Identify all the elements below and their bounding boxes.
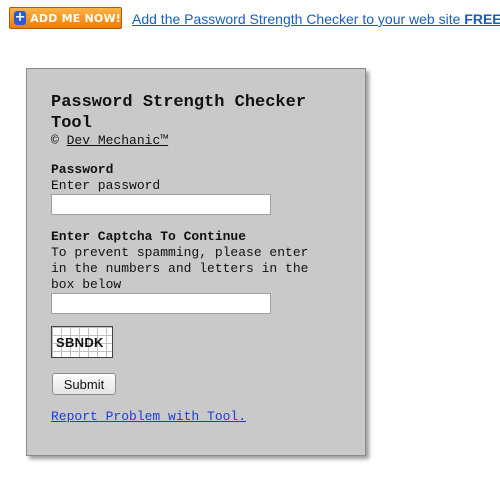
password-help: Enter password	[51, 178, 161, 193]
add-to-site-link-text: Add the Password Strength Checker to you…	[132, 11, 465, 27]
password-input[interactable]	[51, 194, 271, 215]
add-to-site-link[interactable]: Add the Password Strength Checker to you…	[132, 11, 500, 27]
plus-icon: +	[14, 10, 27, 25]
captcha-code: SBNDK	[56, 335, 104, 350]
captcha-image: SBNDK	[51, 326, 113, 358]
copyright-symbol: ©	[51, 133, 59, 148]
copyright-line: © Dev Mechanic™	[51, 133, 168, 148]
submit-button[interactable]: Submit	[52, 373, 116, 395]
report-problem-link[interactable]: Report Problem with Tool.	[51, 409, 246, 424]
password-checker-panel: Password Strength Checker Tool © Dev Mec…	[26, 68, 366, 456]
add-me-now-label: ADD ME NOW!	[30, 11, 121, 25]
password-label: Password	[51, 162, 114, 177]
tool-title: Password Strength Checker Tool	[51, 93, 307, 133]
free-emphasis: FREE!	[464, 11, 500, 27]
captcha-label: Enter Captcha To Continue	[51, 229, 247, 244]
add-me-now-button[interactable]: + ADD ME NOW!	[9, 7, 122, 29]
captcha-input[interactable]	[51, 293, 271, 314]
author-link[interactable]: Dev Mechanic™	[67, 133, 168, 148]
captcha-help: To prevent spamming, please enter in the…	[51, 245, 309, 292]
